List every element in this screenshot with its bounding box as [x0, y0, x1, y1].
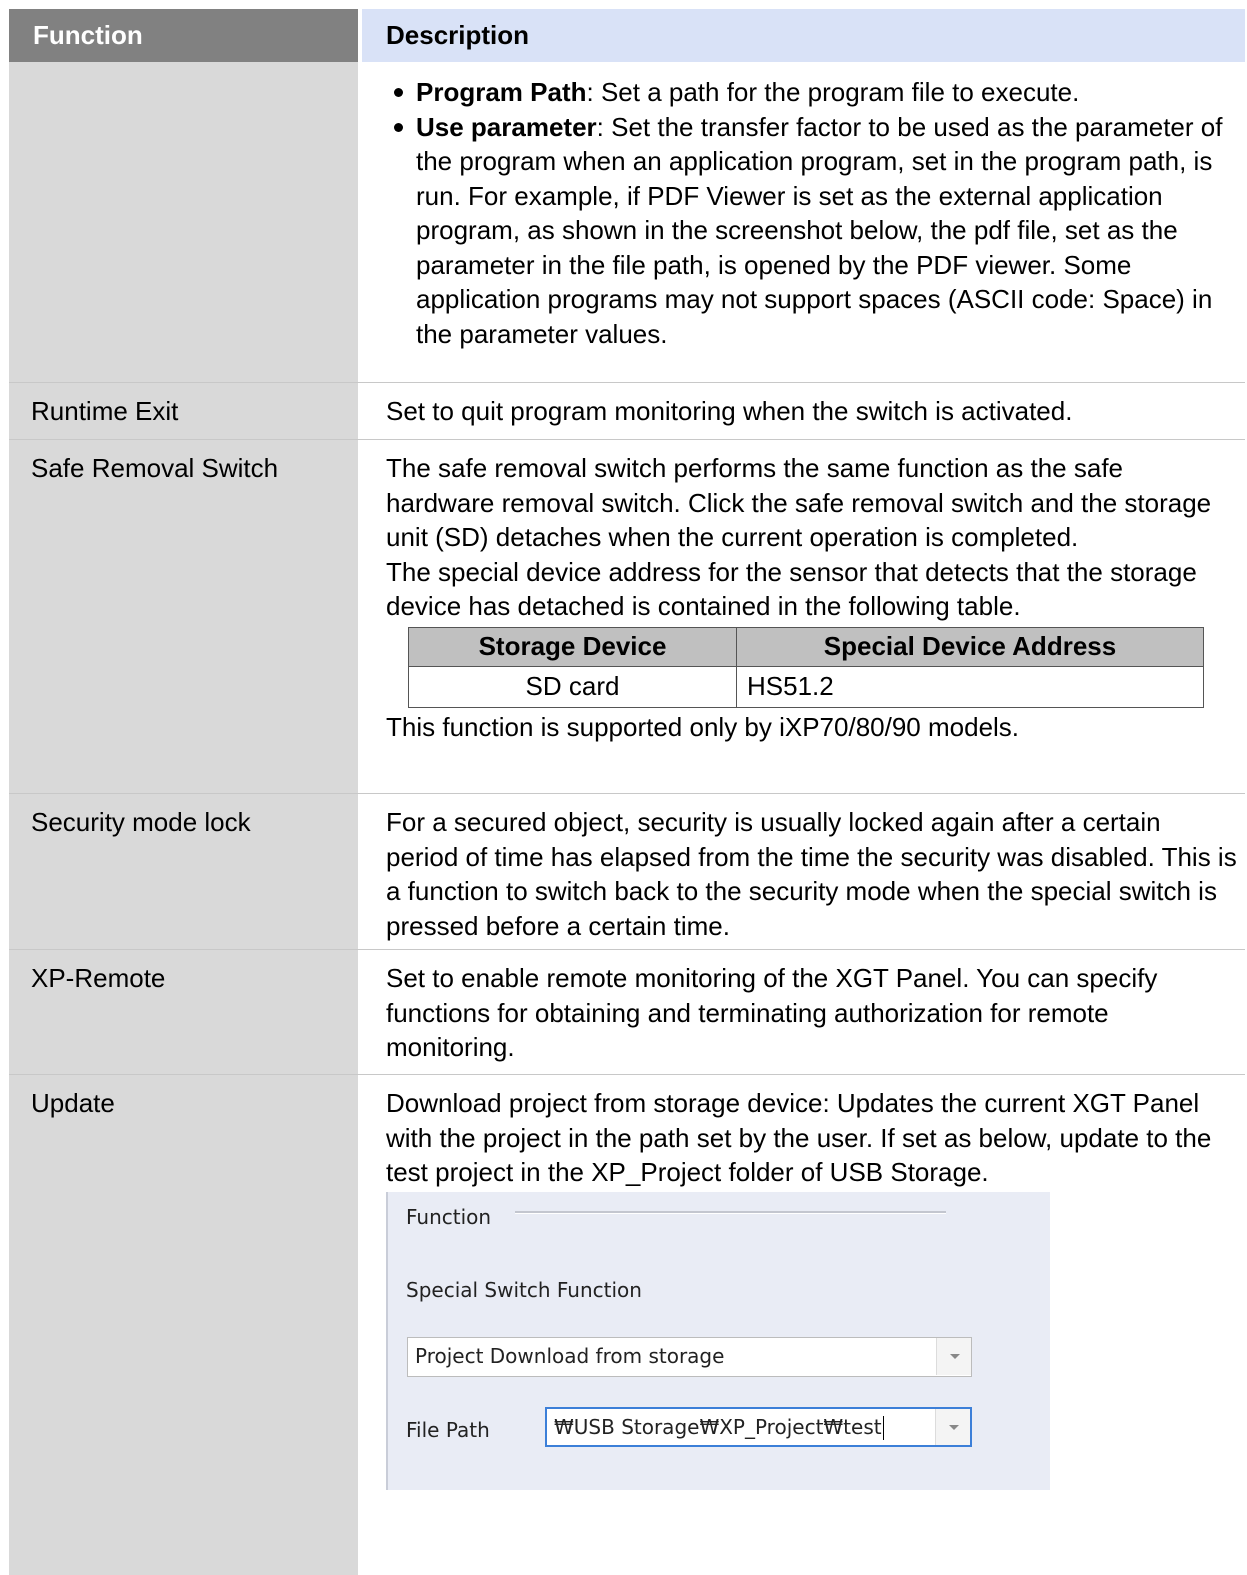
list-item: Program Path: Set a path for the program… — [386, 75, 1237, 110]
divider — [515, 1210, 946, 1214]
description-cell: For a secured object, security is usuall… — [386, 807, 1237, 941]
chevron-down-icon[interactable] — [936, 1337, 971, 1375]
file-path-label: File Path — [406, 1417, 490, 1442]
function-settings-panel: Function Special Switch Function Project… — [386, 1191, 1050, 1490]
table-row-security-mode-lock: Security mode lock For a secured object,… — [9, 794, 1245, 950]
function-cell: Security mode lock — [9, 794, 358, 949]
description-cell: Set to quit program monitoring when the … — [386, 396, 1073, 426]
table-row-program: Program Path: Set a path for the program… — [9, 62, 1245, 383]
header-function: Function — [9, 9, 358, 62]
description-cell: The safe removal switch performs the sam… — [386, 453, 1212, 742]
function-cell: Safe Removal Switch — [9, 440, 358, 793]
function-cell: Update — [9, 1075, 358, 1575]
list-item: Use parameter: Set the transfer factor t… — [386, 110, 1237, 352]
table-row-runtime-exit: Runtime Exit Set to quit program monitor… — [9, 383, 1245, 440]
storage-address-table: Storage Device Special Device Address SD… — [408, 626, 1204, 708]
table-header: Function Description — [9, 9, 1245, 62]
table-row-update: Update Download project from storage dev… — [9, 1075, 1245, 1575]
description-cell: Set to enable remote monitoring of the X… — [386, 963, 1158, 1062]
function-cell: Runtime Exit — [9, 383, 358, 439]
description-cell: Download project from storage device: Up… — [362, 1075, 1245, 1575]
function-cell: XP-Remote — [9, 950, 358, 1074]
special-switch-select[interactable]: Project Download from storage — [407, 1336, 972, 1377]
table-row-safe-removal: Safe Removal Switch The safe removal swi… — [9, 440, 1245, 794]
header-description: Description — [362, 9, 1245, 62]
table-row-xp-remote: XP-Remote Set to enable remote monitorin… — [9, 950, 1245, 1075]
file-path-input[interactable]: ₩USB Storage₩XP_Project₩test — [545, 1406, 972, 1447]
description-cell: Program Path: Set a path for the program… — [362, 62, 1245, 382]
text-caret — [882, 1416, 884, 1440]
column-header: Storage Device — [408, 626, 737, 667]
chevron-down-icon[interactable] — [935, 1408, 970, 1445]
table-row: SD card HS51.2 — [408, 665, 1204, 708]
bullet-list: Program Path: Set a path for the program… — [386, 75, 1237, 351]
special-switch-label: Special Switch Function — [406, 1277, 642, 1302]
column-header: Special Device Address — [736, 626, 1204, 667]
function-table: Function Description Program Path: Set a… — [9, 9, 1245, 1575]
panel-legend: Function — [406, 1204, 492, 1229]
function-cell — [9, 62, 358, 382]
